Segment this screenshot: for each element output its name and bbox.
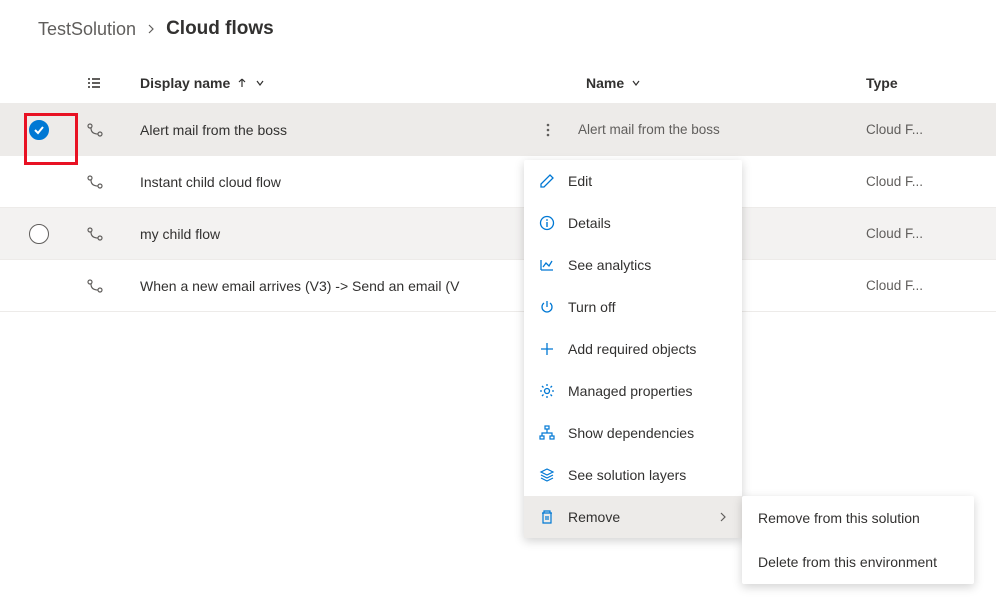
delete-icon <box>538 508 556 526</box>
header-display-name-label: Display name <box>140 75 230 91</box>
more-actions-button[interactable] <box>536 122 560 138</box>
type-cell: Cloud F... <box>866 278 923 293</box>
menu-label: Details <box>568 215 728 231</box>
row-checkbox[interactable] <box>29 224 49 244</box>
flow-icon <box>78 121 126 139</box>
menu-label: Turn off <box>568 299 728 315</box>
menu-item-details[interactable]: Details <box>524 202 742 244</box>
header-list-icon[interactable] <box>78 75 126 91</box>
breadcrumb-parent[interactable]: TestSolution <box>38 19 136 40</box>
power-icon <box>538 298 556 316</box>
menu-item-add-objects[interactable]: Add required objects <box>524 328 742 370</box>
menu-label: See analytics <box>568 257 728 273</box>
submenu-label: Delete from this environment <box>758 554 958 570</box>
breadcrumb-current: Cloud flows <box>166 18 274 40</box>
display-name-cell[interactable]: my child flow <box>140 226 220 242</box>
type-cell: Cloud F... <box>866 226 923 241</box>
menu-label: Show dependencies <box>568 425 728 441</box>
header-type[interactable]: Type <box>866 75 996 91</box>
display-name-cell[interactable]: Instant child cloud flow <box>140 174 281 190</box>
table-row[interactable]: my child flow Cloud F... <box>0 208 996 260</box>
menu-label: Remove <box>568 509 706 525</box>
chevron-right-icon <box>146 21 156 37</box>
layers-icon <box>538 466 556 484</box>
menu-label: Add required objects <box>568 341 728 357</box>
type-cell: Cloud F... <box>866 122 923 137</box>
submenu: Remove from this solution Delete from th… <box>742 496 974 584</box>
header-name[interactable]: Name <box>536 75 866 91</box>
menu-item-remove[interactable]: Remove <box>524 496 742 538</box>
header-name-label: Name <box>586 75 624 91</box>
menu-label: See solution layers <box>568 467 728 483</box>
table-row[interactable]: When a new email arrives (V3) -> Send an… <box>0 260 996 312</box>
chevron-down-icon <box>630 77 642 89</box>
name-cell: Alert mail from the boss <box>578 122 720 137</box>
analytics-icon <box>538 256 556 274</box>
submenu-item-remove-solution[interactable]: Remove from this solution <box>742 496 974 540</box>
header-display-name[interactable]: Display name <box>126 75 536 91</box>
edit-icon <box>538 172 556 190</box>
menu-item-turnoff[interactable]: Turn off <box>524 286 742 328</box>
header-type-label: Type <box>866 75 898 91</box>
menu-item-managed-properties[interactable]: Managed properties <box>524 370 742 412</box>
add-icon <box>538 340 556 358</box>
menu-item-edit[interactable]: Edit <box>524 160 742 202</box>
context-menu: Edit Details See analytics Turn off Add … <box>524 160 742 538</box>
submenu-label: Remove from this solution <box>758 510 958 526</box>
chevron-down-icon <box>254 77 266 89</box>
submenu-item-delete-environment[interactable]: Delete from this environment <box>742 540 974 584</box>
table-header: Display name Name Type <box>0 62 996 104</box>
sort-up-icon <box>236 77 248 89</box>
menu-label: Edit <box>568 173 728 189</box>
menu-item-analytics[interactable]: See analytics <box>524 244 742 286</box>
breadcrumb: TestSolution Cloud flows <box>0 0 996 62</box>
flow-icon <box>78 173 126 191</box>
type-cell: Cloud F... <box>866 174 923 189</box>
row-checkbox[interactable] <box>29 120 49 140</box>
table-row[interactable]: Alert mail from the boss Alert mail from… <box>0 104 996 156</box>
display-name-cell[interactable]: Alert mail from the boss <box>140 122 287 138</box>
chevron-right-icon <box>718 509 728 525</box>
gear-icon <box>538 382 556 400</box>
dependencies-icon <box>538 424 556 442</box>
flow-icon <box>78 225 126 243</box>
info-icon <box>538 214 556 232</box>
flows-table: Display name Name Type Alert mail from t… <box>0 62 996 312</box>
flow-icon <box>78 277 126 295</box>
menu-item-layers[interactable]: See solution layers <box>524 454 742 496</box>
display-name-cell[interactable]: When a new email arrives (V3) -> Send an… <box>140 278 459 294</box>
table-row[interactable]: Instant child cloud flow Cloud F... <box>0 156 996 208</box>
menu-label: Managed properties <box>568 383 728 399</box>
menu-item-dependencies[interactable]: Show dependencies <box>524 412 742 454</box>
